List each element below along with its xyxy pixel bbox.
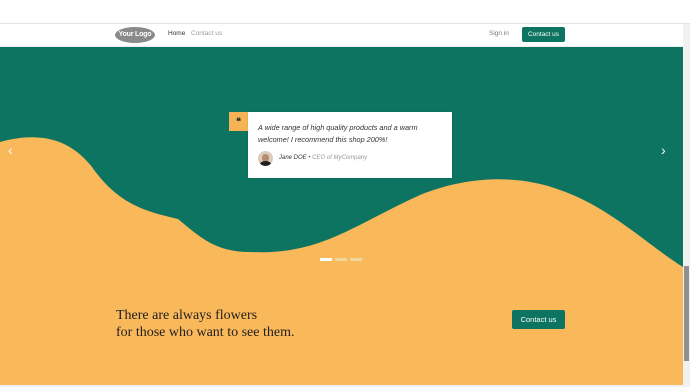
browser-top-strip: [0, 0, 690, 24]
author-name: Jane DOE: [279, 155, 307, 161]
tagline-line-1: There are always flowers: [116, 308, 258, 323]
vertical-scrollbar[interactable]: [683, 24, 690, 387]
author-avatar: [258, 151, 273, 166]
logo[interactable]: Your Logo: [115, 27, 155, 43]
tagline-line-2: for those who want to see them.: [116, 325, 295, 340]
carousel-indicator-2[interactable]: [335, 258, 347, 261]
carousel-prev-icon[interactable]: ‹: [8, 143, 22, 157]
scrollbar-thumb[interactable]: [684, 266, 689, 361]
contact-us-button-bottom[interactable]: Contact us: [512, 310, 565, 329]
author-role: CEO of MyCompany: [312, 155, 368, 161]
carousel-indicator-3[interactable]: [350, 258, 362, 261]
tagline: There are always flowers for those who w…: [116, 307, 294, 341]
hero-section: ‹ › ❝ A wide range of high quality produ…: [0, 47, 683, 387]
avatar-body: [260, 161, 271, 166]
page: Your Logo Home Contact us Sign in Contac…: [0, 0, 690, 387]
nav-home-link[interactable]: Home: [168, 30, 185, 37]
wave-background: [0, 47, 683, 387]
sign-in-link[interactable]: Sign in: [489, 30, 509, 37]
carousel-next-icon[interactable]: ›: [661, 143, 675, 157]
carousel-indicators: [320, 258, 362, 261]
author-line: Jane DOE • CEO of MyCompany: [279, 155, 367, 161]
testimonial-quote: A wide range of high quality products an…: [258, 123, 418, 144]
contact-us-button-top[interactable]: Contact us: [522, 27, 565, 42]
nav-contact-link[interactable]: Contact us: [191, 30, 222, 37]
quote-icon: ❝: [229, 112, 248, 131]
carousel-indicator-1[interactable]: [320, 258, 332, 261]
site-navbar: Your Logo Home Contact us Sign in Contac…: [0, 24, 683, 47]
testimonial-card: A wide range of high quality products an…: [248, 112, 452, 178]
